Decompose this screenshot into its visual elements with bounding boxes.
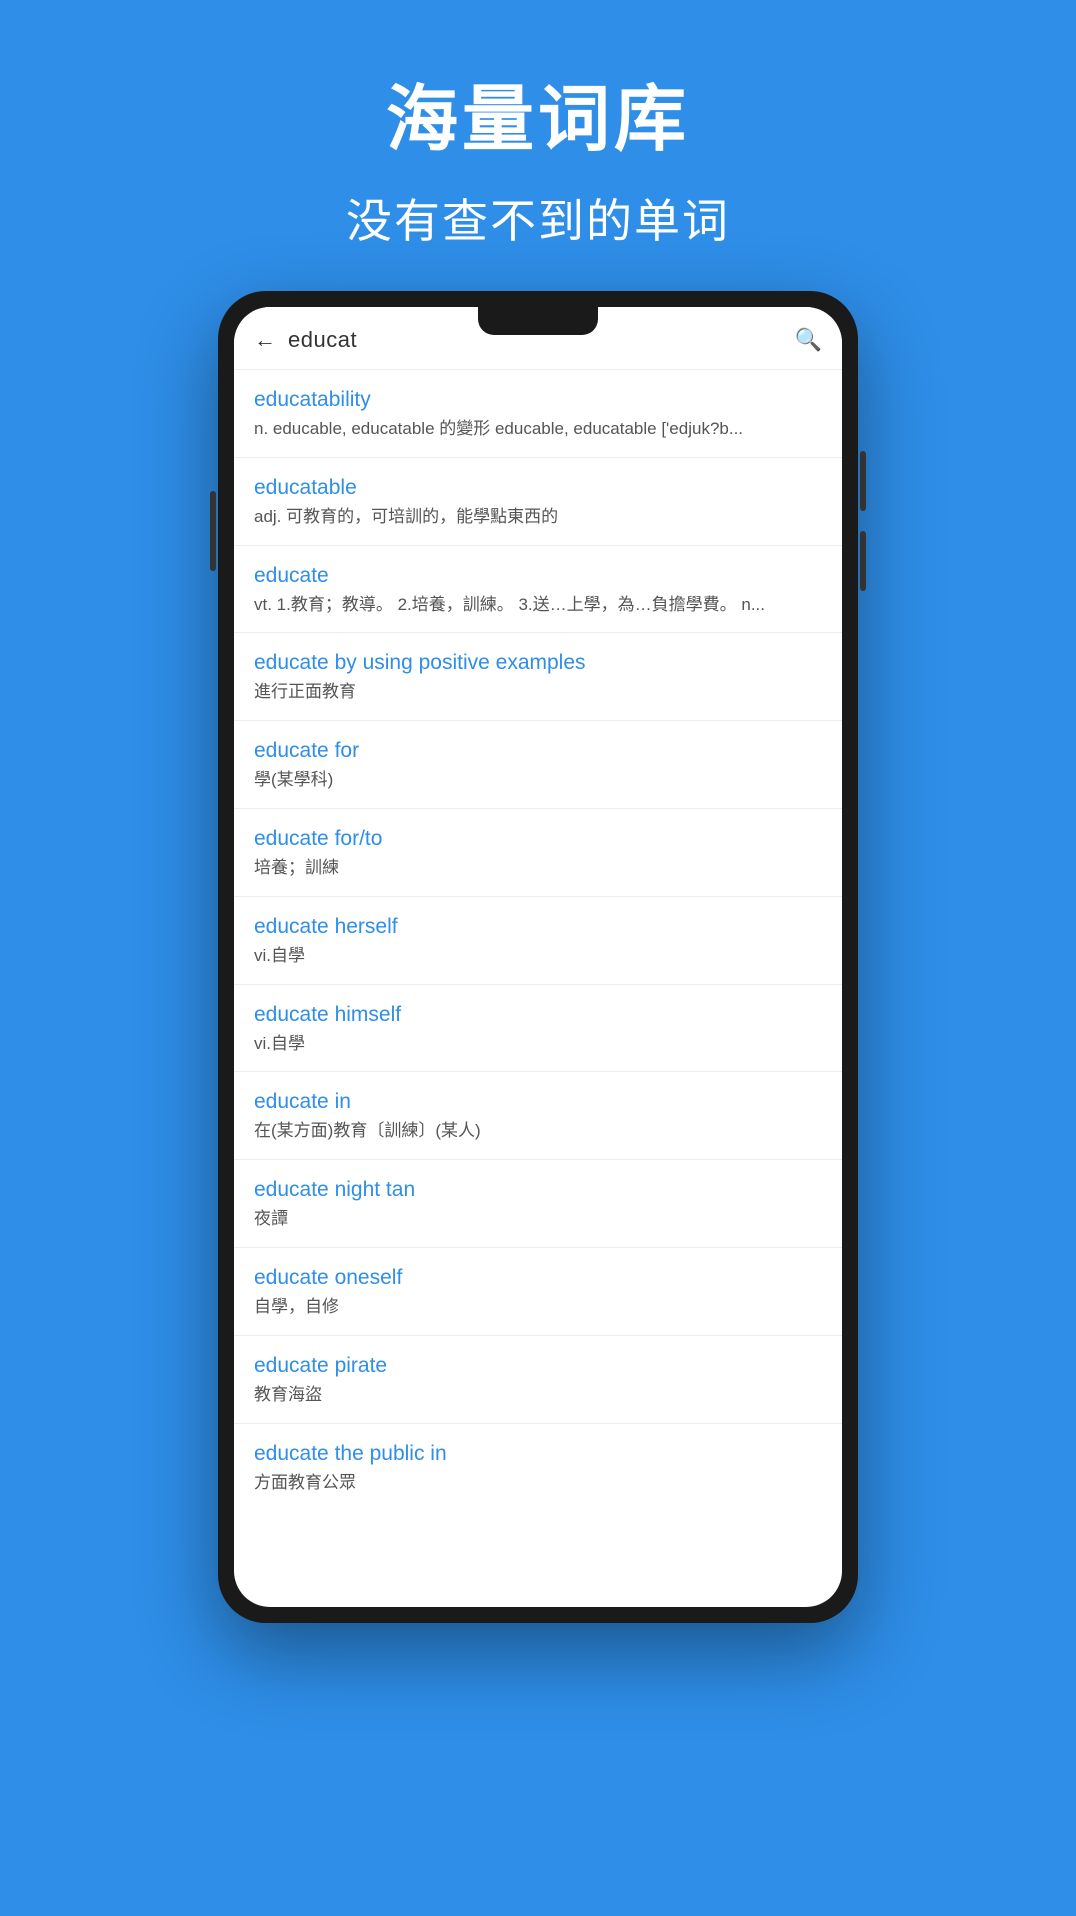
result-definition: 進行正面教育 xyxy=(254,680,822,704)
phone-notch xyxy=(478,307,598,335)
search-icon[interactable]: 🔍 xyxy=(795,327,822,353)
result-definition: 培養；訓練 xyxy=(254,856,822,880)
result-definition: 夜譚 xyxy=(254,1207,822,1231)
result-term: educatability xyxy=(254,388,822,412)
result-definition: vi.自學 xyxy=(254,1032,822,1056)
result-definition: 教育海盜 xyxy=(254,1383,822,1407)
list-item[interactable]: educate oneself 自學，自修 xyxy=(234,1248,842,1336)
result-term: educate for/to xyxy=(254,827,822,851)
result-term: educatable xyxy=(254,476,822,500)
list-item[interactable]: educate himself vi.自學 xyxy=(234,985,842,1073)
list-item[interactable]: educatability n. educable, educatable 的變形… xyxy=(234,370,842,458)
result-term: educate by using positive examples xyxy=(254,651,822,675)
list-item[interactable]: educate pirate 教育海盜 xyxy=(234,1336,842,1424)
result-term: educate himself xyxy=(254,1003,822,1027)
result-definition: 方面教育公眾 xyxy=(254,1471,822,1495)
list-item[interactable]: educate for 學(某學科) xyxy=(234,721,842,809)
header-section: 海量词库 没有查不到的单词 xyxy=(306,0,770,291)
result-definition: vt. 1.教育；教導。 2.培養，訓練。 3.送…上學，為…負擔學費。 n..… xyxy=(254,593,822,617)
result-term: educate herself xyxy=(254,915,822,939)
result-term: educate night tan xyxy=(254,1178,822,1202)
list-item[interactable]: educate vt. 1.教育；教導。 2.培養，訓練。 3.送…上學，為…負擔… xyxy=(234,546,842,634)
phone-screen: ← educat 🔍 educatabilityn. educable, edu… xyxy=(234,307,842,1607)
list-item[interactable]: educate for/to 培養；訓練 xyxy=(234,809,842,897)
list-item[interactable]: educate night tan 夜譚 xyxy=(234,1160,842,1248)
result-definition: adj. 可教育的，可培訓的，能學點東西的 xyxy=(254,505,822,529)
list-item[interactable]: educate the public in 方面教育公眾 xyxy=(234,1424,842,1511)
header-title: 海量词库 xyxy=(346,60,730,165)
phone-mockup: ← educat 🔍 educatabilityn. educable, edu… xyxy=(218,291,858,1623)
result-definition: 自學，自修 xyxy=(254,1295,822,1319)
power-button xyxy=(210,491,216,571)
result-definition: 在(某方面)教育〔訓練〕(某人) xyxy=(254,1119,822,1143)
result-term: educate oneself xyxy=(254,1266,822,1290)
result-term: educate in xyxy=(254,1090,822,1114)
result-term: educate xyxy=(254,564,822,588)
back-button[interactable]: ← xyxy=(254,327,276,353)
result-definition: n. educable, educatable 的變形 educable, ed… xyxy=(254,417,822,441)
result-list: educatability n. educable, educatable 的變形… xyxy=(234,370,842,1510)
list-item[interactable]: educate herself vi.自學 xyxy=(234,897,842,985)
result-term: educate for xyxy=(254,739,822,763)
list-item[interactable]: educate by using positive examples 進行正面教育 xyxy=(234,633,842,721)
header-subtitle: 没有查不到的单词 xyxy=(346,185,730,251)
list-item[interactable]: educate in 在(某方面)教育〔訓練〕(某人) xyxy=(234,1072,842,1160)
volume-up-button xyxy=(860,451,866,511)
result-term: educate pirate xyxy=(254,1354,822,1378)
result-definition: 學(某學科) xyxy=(254,768,822,792)
volume-down-button xyxy=(860,531,866,591)
result-term: educate the public in xyxy=(254,1442,822,1466)
result-definition: vi.自學 xyxy=(254,944,822,968)
list-item[interactable]: educatable adj. 可教育的，可培訓的，能學點東西的 xyxy=(234,458,842,546)
